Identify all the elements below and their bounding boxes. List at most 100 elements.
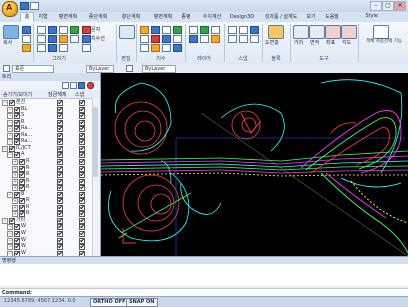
app-menu-button[interactable]: A [2, 1, 18, 17]
snap-node-icon[interactable] [228, 35, 237, 43]
tab-combo[interactable]: 종평 [180, 13, 192, 22]
command-history [0, 264, 408, 286]
tab-plan-2[interactable]: 평면계획 [150, 13, 176, 22]
column-header-unlock[interactable]: 잠금해제 [48, 91, 66, 98]
snap-mid-icon[interactable] [239, 26, 248, 34]
tab-view[interactable]: 보기 [305, 13, 317, 22]
copy-icon[interactable] [3, 25, 19, 39]
stretch-icon[interactable] [173, 35, 182, 43]
tab-plan[interactable]: 평면계획 [55, 13, 81, 22]
hatch-icon[interactable] [48, 35, 57, 43]
leader-icon[interactable] [82, 44, 91, 52]
block-icon[interactable] [48, 44, 57, 52]
dimension-icon[interactable] [82, 35, 91, 43]
curve-circle [150, 193, 172, 215]
curve-circle [114, 101, 168, 155]
text-label: 문자 [91, 27, 101, 33]
extend-icon[interactable] [151, 26, 160, 34]
auto-select-icon[interactable] [373, 25, 389, 39]
maximize-button[interactable]: ▢ [382, 1, 394, 11]
snap-near-icon[interactable] [250, 35, 259, 43]
ribbon-group-snap: 스냅 [238, 56, 248, 62]
rectangle-icon[interactable] [37, 35, 46, 43]
drawing-layer-icon[interactable] [268, 25, 284, 39]
layer-combo[interactable]: 표준 [12, 65, 54, 73]
layer-match-icon[interactable] [200, 35, 209, 43]
coordinate-readout: 12345.6789, 4567.1234, 0.0 [4, 298, 76, 304]
spline-icon[interactable] [70, 35, 79, 43]
tab-cross-section[interactable]: 횡단계획 [117, 13, 145, 22]
close-button[interactable]: ✕ [394, 1, 406, 11]
circle-icon[interactable] [59, 26, 68, 34]
tab-design3d[interactable]: Design3D [228, 13, 256, 22]
area-icon[interactable] [309, 25, 325, 39]
curve-circle [137, 184, 175, 222]
color-swatch-icon[interactable] [126, 65, 133, 72]
collapse-all-icon[interactable] [70, 82, 77, 89]
paste-icon[interactable] [119, 25, 135, 39]
save-icon[interactable] [20, 2, 29, 10]
angle-icon[interactable] [341, 25, 357, 39]
tab-deliverables[interactable]: 성과품 / 설계도 [261, 13, 301, 22]
ribbon: 복사 그리기 문자 치수선 편집 치수 레이어 스냅 도면층 블록 거리 면적 … [0, 22, 408, 65]
ribbon-separator [262, 24, 263, 62]
road-design-drawing [101, 79, 408, 256]
minimize-button[interactable]: – [370, 1, 382, 11]
line-icon[interactable] [37, 26, 46, 34]
coordinate-icon[interactable] [325, 25, 341, 39]
auto-select-label: 객체 자동선택 기능 [366, 39, 402, 44]
color-combo[interactable]: ByLayer [86, 65, 114, 73]
array-icon[interactable] [140, 44, 149, 52]
distance-icon[interactable] [293, 25, 309, 39]
layer-manager-icon[interactable] [3, 65, 10, 72]
text-style-icon[interactable] [82, 26, 91, 34]
snap-center-icon[interactable] [250, 26, 259, 34]
tab-terrain[interactable]: 지형 [35, 13, 51, 22]
text-icon[interactable] [59, 35, 68, 43]
layer-off-icon[interactable] [200, 26, 209, 34]
rotate-icon[interactable] [22, 44, 31, 52]
join-icon[interactable] [162, 44, 171, 52]
column-header-snap[interactable]: 스냅 [75, 91, 84, 98]
erase-icon[interactable] [151, 35, 160, 43]
scale-icon[interactable] [162, 35, 171, 43]
explode-icon[interactable] [151, 44, 160, 52]
layer-on-icon[interactable] [189, 26, 198, 34]
arc-icon[interactable] [70, 26, 79, 34]
offset-icon[interactable] [59, 44, 68, 52]
snap-perp-icon[interactable] [239, 35, 248, 43]
tab-profile[interactable]: 종단계획 [85, 13, 111, 22]
move-icon[interactable] [22, 35, 31, 43]
refresh-icon[interactable] [78, 82, 85, 89]
fillet-icon[interactable] [162, 26, 171, 34]
layer-freeze-icon[interactable] [211, 26, 220, 34]
expand-all-icon[interactable] [62, 82, 69, 89]
chamfer-icon[interactable] [173, 26, 182, 34]
tab-calculation[interactable]: 수치계산 [199, 13, 225, 22]
polyline-icon[interactable] [48, 26, 57, 34]
copy-label: 복사 [3, 40, 13, 46]
interchange-ramp [340, 177, 402, 188]
command-input[interactable]: Command: [0, 288, 408, 296]
app-logo-letter: A [6, 3, 13, 12]
break-icon[interactable] [173, 44, 182, 52]
mirror-icon[interactable] [140, 35, 149, 43]
ribbon-group-edit: 편집 [121, 56, 131, 62]
snap-end-icon[interactable] [228, 26, 237, 34]
linetype-combo[interactable]: ByLayer [142, 65, 176, 73]
open-icon[interactable] [30, 2, 39, 10]
layer-lock-icon[interactable] [189, 35, 198, 43]
layer-iso-icon[interactable] [211, 35, 220, 43]
column-header-visibility[interactable]: 숨기기/보이기 [3, 91, 32, 98]
boundary-line [180, 182, 222, 215]
tab-help[interactable]: 도움말 [322, 13, 342, 22]
tree-scroll-thumb[interactable] [93, 107, 98, 177]
close-panel-icon[interactable] [87, 82, 94, 89]
ribbon-separator [33, 24, 34, 62]
select-icon[interactable] [22, 26, 31, 34]
point-icon[interactable] [37, 44, 46, 52]
road-alignment [101, 150, 408, 162]
drawing-canvas[interactable] [101, 73, 408, 256]
style-menu[interactable]: Style [365, 13, 378, 19]
trim-icon[interactable] [140, 26, 149, 34]
